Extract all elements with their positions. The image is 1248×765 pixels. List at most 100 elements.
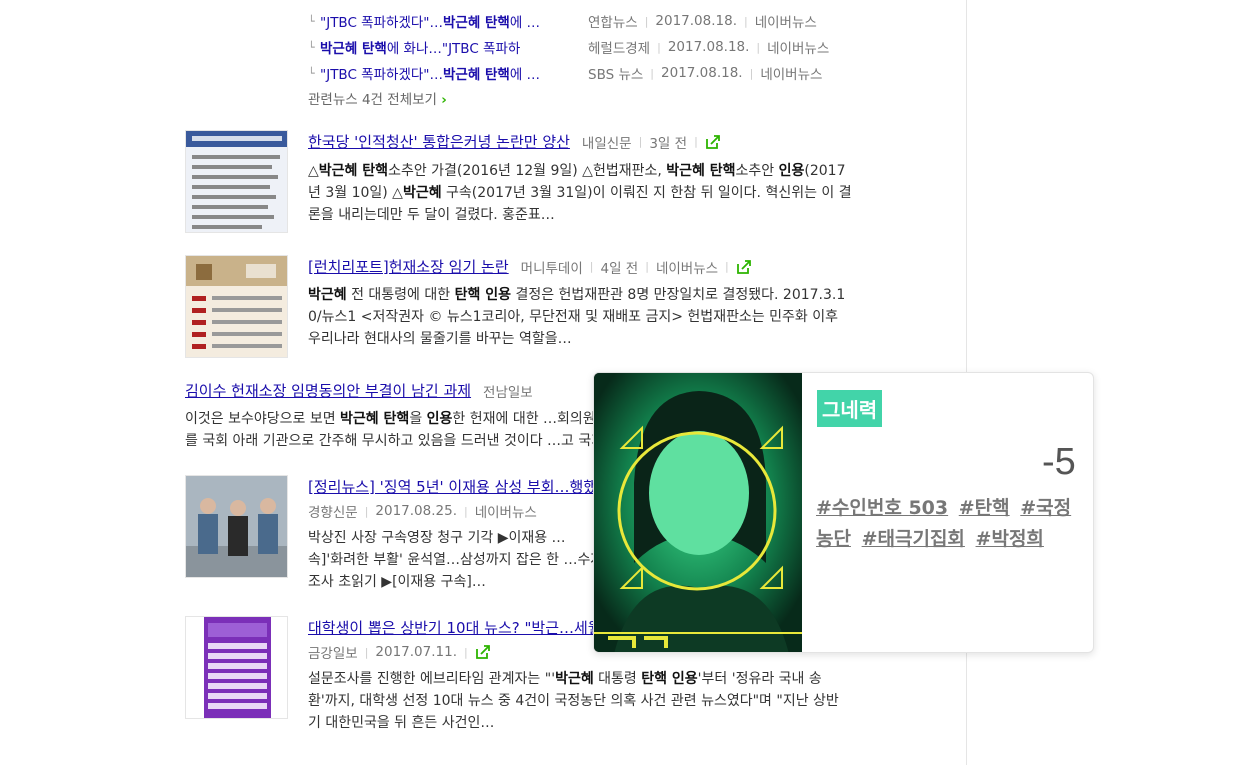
more-related-label: 관련뉴스 4건 전체보기 <box>308 92 437 108</box>
description-text: 을 <box>409 411 427 427</box>
related-news-title[interactable]: "JTBC 폭파하겠다"…박근혜 탄핵에 … <box>320 63 578 83</box>
naver-news-link[interactable]: 네이버뉴스 <box>656 257 718 277</box>
news-source: SBS 뉴스 <box>588 67 644 83</box>
description-line: 박근혜 전 대통령에 대한 탄핵 인용 결정은 헌법재판관 8명 만장일치로 결… <box>308 284 920 306</box>
keyword-popup-card[interactable]: 그네력 -5 #수인번호 503 #탄핵 #국정농단 #태극기집회 #박정희 <box>593 372 1094 653</box>
more-related-news-link[interactable]: 관련뉴스 4건 전체보기 › <box>308 88 447 108</box>
description-text: 론을 내리는데만 두 달이 걸렸다. 홍준표… <box>308 207 555 223</box>
naver-news-link[interactable]: 네이버뉴스 <box>760 63 822 83</box>
document-thumbnail-image <box>186 131 287 229</box>
description-line: 우리나라 현대사의 물줄기를 바꾸는 역할을… <box>308 328 920 350</box>
hashtag[interactable]: #태극기집회 <box>862 528 965 550</box>
keyword-badge: 그네력 <box>817 390 883 427</box>
highlight-keyword: 박근혜 <box>555 671 594 687</box>
naver-news-link[interactable]: 네이버뉴스 <box>767 37 829 57</box>
article-description: 설문조사를 진행한 에브리타임 관계자는 "'박근혜 대통령 탄핵 인용'부터 … <box>308 668 920 734</box>
highlight-keyword: 박근혜 탄핵 <box>666 163 736 179</box>
article-thumbnail[interactable] <box>185 616 288 719</box>
news-date: 2017.08.18. <box>661 65 743 81</box>
description-text: 이것은 보수야당으로 보면 <box>185 411 341 427</box>
article-header: 김이수 헌재소장 임명동의안 부결이 남긴 과제 전남일보 <box>185 380 533 401</box>
article-title[interactable]: [정리뉴스] '징역 5년' 이재용 삼성 부회…행했나 <box>308 476 611 497</box>
naver-news-link[interactable]: 네이버뉴스 <box>755 11 817 31</box>
description-line: 론을 내리는데만 두 달이 걸렸다. 홍준표… <box>308 204 920 226</box>
article-title[interactable]: [런치리포트]헌재소장 임기 논란 <box>308 256 509 277</box>
related-news-item[interactable]: └ 박근혜 탄핵에 화나…"JTBC 폭파하 헤럴드경제 | 2017.08.18… <box>308 37 829 57</box>
description-text: 환'까지, 대학생 선정 10대 뉴스 중 4건이 국정농단 의혹 사건 관련 … <box>308 693 839 709</box>
naver-news-link[interactable]: 네이버뉴스 <box>475 501 537 521</box>
description-text: 조사 초읽기 ▶[이재용 구속]… <box>308 574 486 590</box>
highlight-keyword: 박근혜 탄핵 <box>340 411 410 427</box>
article-header: 대학생이 뽑은 상반기 10대 뉴스? "박근…세월호 … <box>308 617 635 638</box>
sub-arrow-icon: └ <box>308 14 315 28</box>
sub-arrow-icon: └ <box>308 66 315 80</box>
news-date: 2017.08.25. <box>375 503 457 519</box>
news-source: 금강일보 <box>308 646 358 662</box>
highlight-keyword: 박근혜 <box>308 287 347 303</box>
description-text: 대통령 <box>593 671 642 687</box>
share-icon[interactable] <box>736 259 752 275</box>
description-line: △박근혜 탄핵소추안 가결(2016년 12월 9일) △헌법재판소, 박근혜 … <box>308 160 920 182</box>
highlight-keyword: 박근혜 <box>402 185 442 201</box>
description-text: '부터 '정유라 국내 송 <box>697 671 822 687</box>
description-text: 결정은 헌법재판관 8명 만장일치로 결정됐다. 2017.3.1 <box>511 287 846 303</box>
portrait-scan-image <box>594 373 802 652</box>
hashtag[interactable]: #탄핵 <box>959 497 1010 519</box>
highlight-keyword: 인용 <box>426 411 453 427</box>
share-icon[interactable] <box>475 644 491 660</box>
description-line: 환'까지, 대학생 선정 10대 뉴스 중 4건이 국정농단 의혹 사건 관련 … <box>308 690 920 712</box>
description-text: △ <box>308 163 319 179</box>
highlight-keyword: 박근혜 탄핵 <box>318 163 389 179</box>
description-line: 0/뉴스1 <저작권자 © 뉴스1코리아, 무단전재 및 재배포 금지> 헌법재… <box>308 306 920 328</box>
description-text: 소추안 가결(2016년 12월 9일) △헌법재판소, <box>388 163 667 179</box>
article-description: 박근혜 전 대통령에 대한 탄핵 인용 결정은 헌법재판관 8명 만장일치로 결… <box>308 284 920 350</box>
chevron-right-icon: › <box>441 92 447 108</box>
description-line: 설문조사를 진행한 에브리타임 관계자는 "'박근혜 대통령 탄핵 인용'부터 … <box>308 668 920 690</box>
people-photo-thumbnail-image <box>186 476 287 577</box>
news-date: 2017.08.18. <box>655 13 737 29</box>
article-thumbnail[interactable] <box>185 130 288 233</box>
article-meta-row: 경향신문 | 2017.08.25. | 네이버뉴스 <box>308 501 537 521</box>
article-header: 한국당 '인적청산' 통합은커녕 논란만 양산 내일신문 | 3일 전 | <box>308 131 721 152</box>
news-date: 4일 전 <box>600 260 639 277</box>
hashtag[interactable]: #박정희 <box>976 528 1044 550</box>
news-source: 머니투데이 <box>520 260 583 277</box>
description-text: 전 대통령에 대한 <box>346 287 455 303</box>
news-source: 연합뉴스 <box>588 15 638 31</box>
article-thumbnail[interactable] <box>185 475 288 578</box>
news-source: 전남일보 <box>483 384 533 401</box>
hashtag[interactable]: #수인번호 503 <box>816 497 948 519</box>
description-text: (2017 <box>804 163 846 179</box>
description-text: 우리나라 현대사의 물줄기를 바꾸는 역할을… <box>308 331 572 347</box>
sub-arrow-icon: └ <box>308 40 315 54</box>
article-meta-row: 금강일보 | 2017.07.11. | <box>308 642 491 662</box>
description-line: 년 3월 10일) △박근혜 구속(2017년 3월 31일)이 이뤄진 지 한… <box>308 182 920 204</box>
related-news-title[interactable]: "JTBC 폭파하겠다"…박근혜 탄핵에 … <box>320 11 578 31</box>
article-title[interactable]: 대학생이 뽑은 상반기 10대 뉴스? "박근…세월호 … <box>308 617 635 638</box>
description-text: 박상진 사장 구속영장 청구 기각 ▶이재용 … <box>308 530 566 546</box>
share-icon[interactable] <box>705 134 721 150</box>
news-date: 2017.07.11. <box>375 644 457 660</box>
description-text: 년 3월 10일) △ <box>308 185 403 201</box>
description-line: 기 대한민국을 뒤 흔든 사건인… <box>308 712 920 734</box>
article-title[interactable]: 김이수 헌재소장 임명동의안 부결이 남긴 과제 <box>185 380 471 401</box>
hashtag-list: #수인번호 503 #탄핵 #국정농단 #태극기집회 #박정희 <box>816 493 1086 555</box>
news-date: 2017.08.18. <box>667 39 750 55</box>
article-title[interactable]: 한국당 '인적청산' 통합은커녕 논란만 양산 <box>308 131 570 152</box>
highlight-keyword: 인용 <box>778 163 805 179</box>
article-thumbnail[interactable] <box>185 255 288 358</box>
news-source: 헤럴드경제 <box>588 41 651 57</box>
related-news-item[interactable]: └ "JTBC 폭파하겠다"…박근혜 탄핵에 … 연합뉴스 | 2017.08.1… <box>308 11 817 31</box>
description-text: 기 대한민국을 뒤 흔든 사건인… <box>308 715 495 731</box>
news-source: 내일신문 <box>581 135 632 152</box>
related-news-item[interactable]: └ "JTBC 폭파하겠다"…박근혜 탄핵에 … SBS 뉴스 | 2017.08… <box>308 63 822 83</box>
description-text: 설문조사를 진행한 에브리타임 관계자는 "' <box>308 671 556 687</box>
survey-chart-thumbnail-image <box>204 617 271 718</box>
article-header: [정리뉴스] '징역 5년' 이재용 삼성 부회…행했나 <box>308 476 611 497</box>
news-source: 경향신문 <box>308 505 358 521</box>
description-text: 를 국회 아래 기관으로 간주해 무시하고 있음을 드러낸 것이다 …고 국회가… <box>185 433 632 449</box>
score-value: -5 <box>1042 441 1076 483</box>
related-news-title[interactable]: 박근혜 탄핵에 화나…"JTBC 폭파하 <box>320 37 578 57</box>
highlight-keyword: 탄핵 인용 <box>641 671 698 687</box>
article-description: △박근혜 탄핵소추안 가결(2016년 12월 9일) △헌법재판소, 박근혜 … <box>308 160 920 226</box>
